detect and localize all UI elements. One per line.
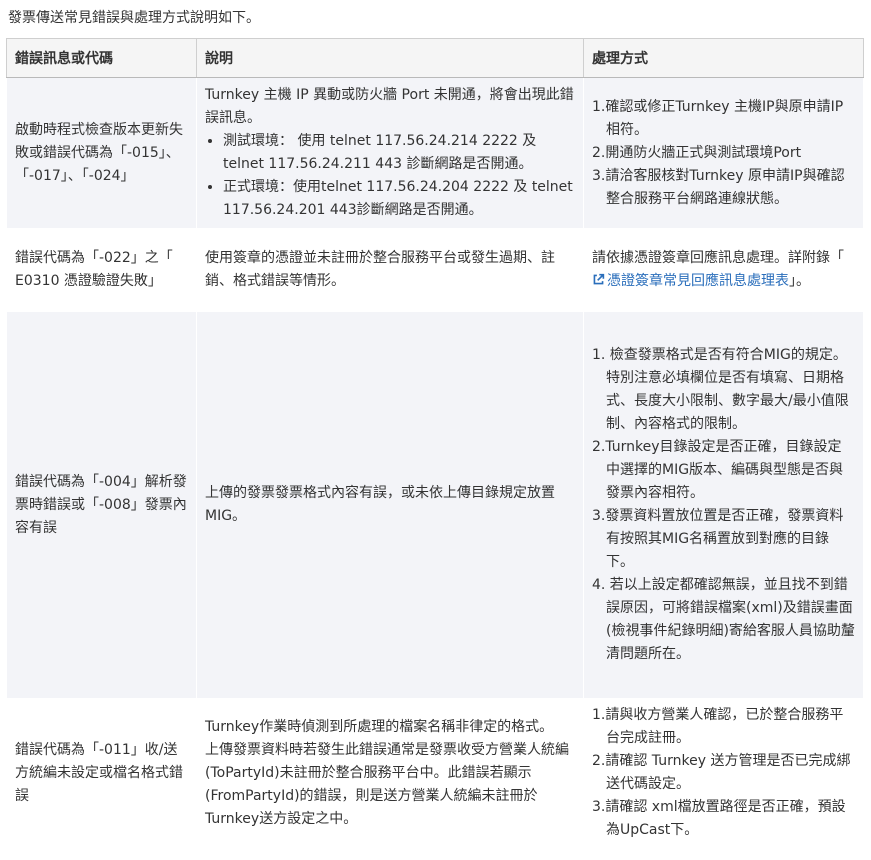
error-table: 錯誤訊息或代碼 說明 處理方式 啟動時程式檢查版本更新失敗或錯誤代碼為「-015… xyxy=(6,38,864,848)
list-item: 3.請確認 xml檔放置路徑是否正確，預設為UpCast下。 xyxy=(592,799,846,838)
table-row: 錯誤代碼為「-011」收/送方統編未設定或檔名格式錯誤 Turnkey作業時偵測… xyxy=(6,698,864,848)
code-cell: 錯誤代碼為「-011」收/送方統編未設定或檔名格式錯誤 xyxy=(6,698,197,848)
code-cell: 啟動時程式檢查版本更新失敗或錯誤代碼為「-015」、「-017」、「-024」 xyxy=(6,77,197,228)
description-line: 上傳發票資料時若發生此錯誤通常是發票收受方營業人統編(ToPartyId)未註冊… xyxy=(205,741,569,827)
list-item: 2.請確認 Turnkey 送方管理是否已完成綁送代碼設定。 xyxy=(592,753,851,792)
table-row: 啟動時程式檢查版本更新失敗或錯誤代碼為「-015」、「-017」、「-024」 … xyxy=(6,77,864,228)
description-cell: 上傳的發票發票格式內容有誤，或未依上傳目錄規定放置MIG。 xyxy=(196,312,584,698)
action-suffix: 」。 xyxy=(789,273,810,289)
action-cell: 1.請與收方營業人確認，已於整合服務平台完成註冊。 2.請確認 Turnkey … xyxy=(583,698,864,848)
action-cell: 請依據憑證簽章回應訊息處理。詳附錄「憑證簽章常見回應訊息處理表」。 xyxy=(583,228,864,312)
description-line: Turnkey作業時偵測到所處理的檔案名稱非律定的格式。 xyxy=(205,718,554,735)
list-item: 1. 檢查發票格式是否有符合MIG的規定。特別注意必填欄位是否有填寫、日期格式、… xyxy=(592,347,849,432)
list-item: 3.發票資料置放位置是否正確，發票資料有按照其MIG名稱置放到對應的目錄下。 xyxy=(592,508,844,570)
header-description: 說明 xyxy=(196,38,584,78)
intro-text: 發票傳送常見錯誤與處理方式說明如下。 xyxy=(8,10,260,26)
appendix-link[interactable]: 憑證簽章常見回應訊息處理表 xyxy=(607,273,789,289)
table-row: 錯誤代碼為「-004」解析發票時錯誤或「-008」發票內容有誤 上傳的發票發票格… xyxy=(6,312,864,698)
code-cell: 錯誤代碼為「-022」之「 E0310 憑證驗證失敗」 xyxy=(6,228,197,312)
table-header-row: 錯誤訊息或代碼 說明 處理方式 xyxy=(6,38,864,78)
action-steps: 1.請與收方營業人確認，已於整合服務平台完成註冊。 2.請確認 Turnkey … xyxy=(592,704,855,842)
description-cell: Turnkey 主機 IP 異動或防火牆 Port 未開通，將會出現此錯誤訊息。… xyxy=(196,77,584,228)
action-cell: 1.確認或修正Turnkey 主機IP與原申請IP 相符。 2.開通防火牆正式與… xyxy=(583,77,864,228)
list-item: 測試環境： 使用 telnet 117.56.24.214 2222 及 tel… xyxy=(223,130,575,176)
action-steps: 1. 檢查發票格式是否有符合MIG的規定。特別注意必填欄位是否有填寫、日期格式、… xyxy=(592,344,855,666)
description-cell: 使用簽章的憑證並未註冊於整合服務平台或發生過期、註銷、格式錯誤等情形。 xyxy=(196,228,584,312)
action-cell: 1. 檢查發票格式是否有符合MIG的規定。特別注意必填欄位是否有填寫、日期格式、… xyxy=(583,312,864,698)
list-item: 1.請與收方營業人確認，已於整合服務平台完成註冊。 xyxy=(592,707,844,746)
list-item: 1.確認或修正Turnkey 主機IP與原申請IP 相符。 xyxy=(592,98,844,138)
description-text: Turnkey 主機 IP 異動或防火牆 Port 未開通，將會出現此錯誤訊息。 xyxy=(205,87,574,126)
external-link-icon xyxy=(593,273,605,285)
header-action: 處理方式 xyxy=(583,38,864,78)
list-item: 2.開通防火牆正式與測試環境Port xyxy=(592,144,802,161)
header-code: 錯誤訊息或代碼 xyxy=(6,38,197,78)
description-cell: Turnkey作業時偵測到所處理的檔案名稱非律定的格式。 上傳發票資料時若發生此… xyxy=(196,698,584,848)
description-list: 測試環境： 使用 telnet 117.56.24.214 2222 及 tel… xyxy=(205,130,575,222)
action-steps: 1.確認或修正Turnkey 主機IP與原申請IP 相符。 2.開通防火牆正式與… xyxy=(592,96,855,211)
list-item: 2.Turnkey目錄設定是否正確，目錄設定中選擇的MIG版本、編碼與型態是否與… xyxy=(592,439,844,501)
action-prefix: 請依據憑證簽章回應訊息處理。詳附錄「 xyxy=(592,250,844,266)
list-item: 4. 若以上設定都確認無誤，並且找不到錯誤原因，可將錯誤檔案(xml)及錯誤畫面… xyxy=(592,577,855,662)
code-cell: 錯誤代碼為「-004」解析發票時錯誤或「-008」發票內容有誤 xyxy=(6,312,197,698)
list-item: 正式環境：使用telnet 117.56.24.204 2222 及 telne… xyxy=(223,176,575,222)
list-item: 3.請洽客服核對Turnkey 原申請IP與確認整合服務平台網路連線狀態。 xyxy=(592,167,845,207)
table-row: 錯誤代碼為「-022」之「 E0310 憑證驗證失敗」 使用簽章的憑證並未註冊於… xyxy=(6,228,864,312)
